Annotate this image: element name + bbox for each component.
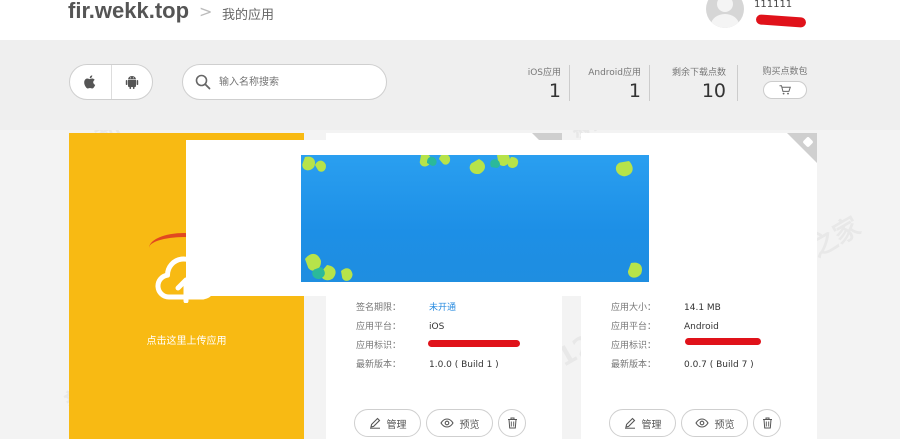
info-key: 应用标识：: [611, 341, 657, 351]
card-actions: 管理 预览: [354, 409, 526, 437]
info-key: 最新版本：: [356, 360, 402, 370]
search-box: [182, 64, 387, 100]
divider: [569, 65, 570, 101]
trash-icon: [507, 417, 517, 429]
stat-label: Android应用: [588, 68, 641, 78]
info-value: Android: [684, 322, 719, 332]
info-row: 最新版本： 0.0.7 ( Build 7 ): [611, 356, 754, 375]
stat-android-apps: Android应用 1: [577, 65, 641, 103]
redaction-mark: [685, 338, 761, 345]
edit-icon: [624, 417, 635, 429]
info-value: 0.0.7 ( Build 7 ): [684, 360, 754, 370]
info-key: 应用平台：: [611, 322, 657, 332]
app-info: 应用大小： 14.1 MB 应用平台： Android 应用标识： 最新版本： …: [611, 299, 754, 375]
stat-value: 1: [628, 80, 641, 102]
preview-button[interactable]: 预览: [681, 409, 748, 437]
redaction-mark: [755, 14, 807, 28]
eye-icon: [439, 418, 454, 428]
username[interactable]: 111111: [754, 0, 792, 10]
android-icon: [125, 76, 138, 89]
stat-value: 1: [548, 80, 561, 102]
search-input[interactable]: [219, 74, 379, 91]
info-key: 应用标识：: [356, 341, 402, 351]
brand-logo[interactable]: fir.wekk.top: [68, 0, 189, 24]
banner-image[interactable]: [301, 155, 649, 282]
buy-points-button[interactable]: [763, 81, 807, 99]
breadcrumb[interactable]: 我的应用: [222, 4, 274, 23]
preview-label: 预览: [714, 419, 735, 431]
toolbar: iOS应用 1 Android应用 1 剩余下载点数 10 购买点数包: [0, 40, 900, 130]
breadcrumb-separator: >: [199, 2, 213, 21]
search-icon: [195, 74, 211, 90]
stat-remaining-points: 剩余下载点数 10: [662, 65, 726, 103]
info-key: 应用平台：: [356, 322, 402, 332]
delete-button[interactable]: [753, 409, 781, 437]
stat-value: 10: [701, 80, 726, 102]
filter-android-button[interactable]: [110, 65, 153, 99]
upload-label: 点击这里上传应用: [146, 336, 227, 347]
cart-icon: [779, 85, 791, 95]
redaction-mark: [428, 340, 520, 347]
signature-link[interactable]: 未开通: [429, 299, 456, 318]
card-actions: 管理 预览: [609, 409, 781, 437]
info-row: 应用平台： Android: [611, 318, 754, 337]
info-row: 应用大小： 14.1 MB: [611, 299, 754, 318]
filter-ios-button[interactable]: [70, 65, 111, 99]
apple-icon: [84, 75, 96, 89]
delete-button[interactable]: [498, 409, 526, 437]
info-value: 1.0.0 ( Build 1 ): [429, 360, 499, 370]
info-key: 最新版本：: [611, 360, 657, 370]
info-key: 应用大小：: [611, 303, 657, 313]
divider: [649, 65, 650, 101]
platform-corner-badge: [787, 133, 817, 163]
edit-icon: [369, 417, 380, 429]
info-row: 应用平台： iOS: [356, 318, 499, 337]
buy-points: 购买点数包: [758, 64, 812, 99]
divider: [737, 65, 738, 101]
manage-label: 管理: [641, 419, 662, 431]
info-key: 签名期限：: [356, 303, 402, 313]
eye-icon: [694, 418, 709, 428]
manage-label: 管理: [386, 419, 407, 431]
info-value: iOS: [429, 322, 445, 332]
info-row: 签名期限： 未开通: [356, 299, 499, 318]
leaf-pattern: [301, 155, 645, 282]
platform-filter: [69, 64, 153, 100]
manage-button[interactable]: 管理: [354, 409, 421, 437]
preview-label: 预览: [459, 419, 480, 431]
app-info: 签名期限： 未开通 应用平台： iOS 应用标识： 最新版本： 1.0.0 ( …: [356, 299, 499, 375]
manage-button[interactable]: 管理: [609, 409, 676, 437]
info-value: 14.1 MB: [684, 303, 721, 313]
buy-label: 购买点数包: [762, 67, 808, 77]
avatar[interactable]: [706, 0, 744, 28]
preview-button[interactable]: 预览: [426, 409, 493, 437]
stat-label: 剩余下载点数: [671, 68, 726, 78]
info-row: 最新版本： 1.0.0 ( Build 1 ): [356, 356, 499, 375]
stat-ios-apps: iOS应用 1: [497, 65, 561, 103]
top-header: fir.wekk.top > 我的应用 111111: [0, 0, 900, 40]
stat-label: iOS应用: [527, 68, 561, 78]
trash-icon: [762, 417, 772, 429]
